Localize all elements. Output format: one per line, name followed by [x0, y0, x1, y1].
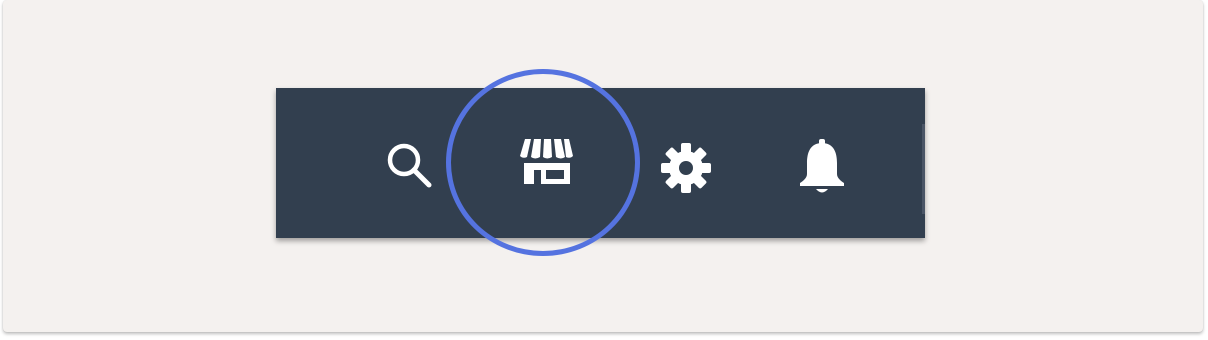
search-icon — [387, 143, 432, 188]
icon-toolbar — [276, 88, 925, 238]
bell-icon — [800, 139, 844, 193]
toolbar-scrollbar-edge — [922, 124, 925, 214]
settings-button[interactable] — [656, 138, 716, 198]
search-button[interactable] — [380, 136, 440, 196]
store-icon — [520, 139, 573, 184]
gear-icon — [661, 143, 711, 193]
store-button[interactable] — [514, 132, 578, 196]
notifications-button[interactable] — [792, 136, 852, 200]
